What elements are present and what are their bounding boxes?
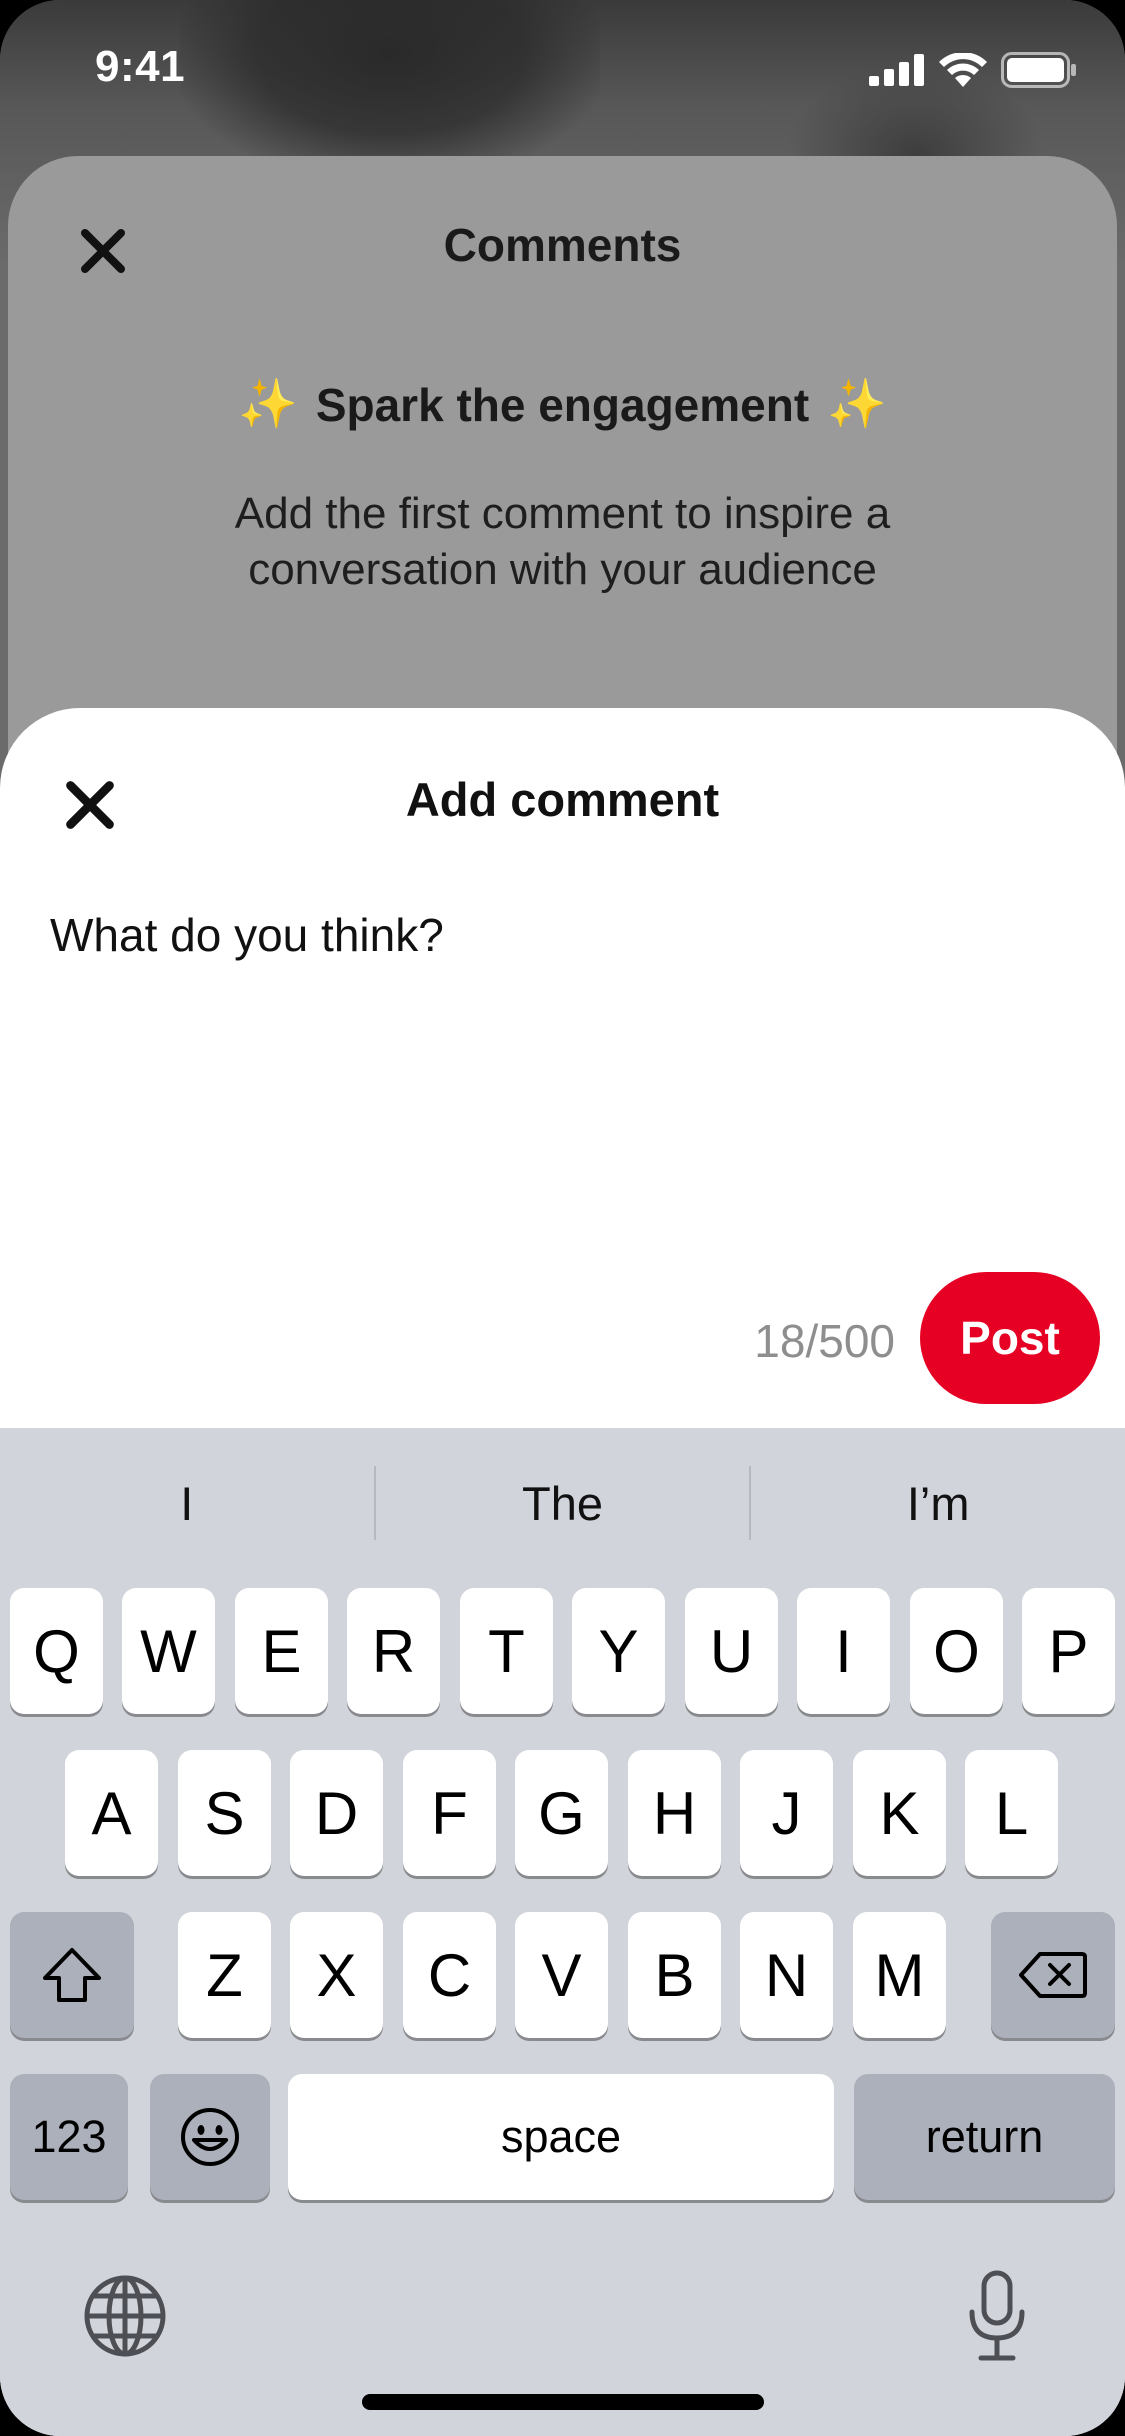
- key-p[interactable]: P: [1022, 1588, 1115, 1714]
- key-d[interactable]: D: [290, 1750, 383, 1876]
- emoji-icon: [181, 2108, 239, 2166]
- key-x[interactable]: X: [290, 1912, 383, 2038]
- post-button[interactable]: Post: [920, 1272, 1100, 1404]
- spark-description-line: conversation with your audience: [248, 545, 877, 594]
- key-m[interactable]: M: [853, 1912, 946, 2038]
- key-j[interactable]: J: [740, 1750, 833, 1876]
- key-h[interactable]: H: [628, 1750, 721, 1876]
- wifi-icon: [939, 53, 987, 87]
- status-icons: [869, 52, 1077, 88]
- key-z[interactable]: Z: [178, 1912, 271, 2038]
- suggestion-bar: I The I’m: [0, 1428, 1125, 1578]
- key-t[interactable]: T: [460, 1588, 553, 1714]
- add-comment-title: Add comment: [405, 773, 720, 826]
- suggestion[interactable]: The: [376, 1476, 750, 1531]
- comment-input[interactable]: [50, 908, 1070, 1208]
- key-a[interactable]: A: [65, 1750, 158, 1876]
- character-count: 18/500: [754, 1315, 895, 1367]
- return-key[interactable]: return: [854, 2074, 1115, 2200]
- emoji-key[interactable]: [150, 2074, 270, 2200]
- key-c[interactable]: C: [403, 1912, 496, 2038]
- delete-icon: [1019, 1952, 1087, 1998]
- delete-key[interactable]: [991, 1912, 1115, 2038]
- key-r[interactable]: R: [347, 1588, 440, 1714]
- comments-title: Comments: [443, 219, 682, 271]
- key-s[interactable]: S: [178, 1750, 271, 1876]
- key-q[interactable]: Q: [10, 1588, 103, 1714]
- status-bar: 9:41: [0, 0, 1125, 140]
- dictation-button[interactable]: [955, 2266, 1039, 2366]
- shift-icon: [43, 1948, 101, 2002]
- sparkles-icon: ✨: [238, 378, 298, 431]
- key-k[interactable]: K: [853, 1750, 946, 1876]
- shift-key[interactable]: [10, 1912, 134, 2038]
- screen: 9:41 Comments ✨ Spark the engagement ✨ A…: [0, 0, 1125, 2436]
- numbers-key[interactable]: 123: [10, 2074, 128, 2200]
- suggestion[interactable]: I: [0, 1476, 374, 1531]
- key-o[interactable]: O: [910, 1588, 1003, 1714]
- spark-title: Spark the engagement: [315, 379, 810, 431]
- status-time: 9:41: [95, 42, 186, 91]
- sparkles-icon: ✨: [827, 378, 887, 431]
- spark-heading: ✨ Spark the engagement ✨: [8, 378, 1117, 432]
- spark-description: Add the first comment to inspire a conve…: [8, 486, 1117, 598]
- key-b[interactable]: B: [628, 1912, 721, 2038]
- keyboard: I The I’m Q W E R T Y U I O P A S D F G …: [0, 1428, 1125, 2436]
- battery-icon: [1001, 52, 1076, 88]
- key-g[interactable]: G: [515, 1750, 608, 1876]
- key-w[interactable]: W: [122, 1588, 215, 1714]
- microphone-icon: [969, 2270, 1025, 2361]
- globe-button[interactable]: [80, 2271, 170, 2361]
- key-f[interactable]: F: [403, 1750, 496, 1876]
- globe-icon: [84, 2275, 166, 2357]
- key-u[interactable]: U: [685, 1588, 778, 1714]
- key-e[interactable]: E: [235, 1588, 328, 1714]
- space-key[interactable]: space: [288, 2074, 834, 2200]
- key-v[interactable]: V: [515, 1912, 608, 2038]
- key-n[interactable]: N: [740, 1912, 833, 2038]
- key-l[interactable]: L: [965, 1750, 1058, 1876]
- suggestion[interactable]: I’m: [751, 1476, 1125, 1531]
- spark-description-line: Add the first comment to inspire a: [234, 489, 891, 538]
- home-indicator[interactable]: [362, 2394, 764, 2410]
- key-y[interactable]: Y: [572, 1588, 665, 1714]
- signal-icon: [869, 54, 924, 86]
- key-i[interactable]: I: [797, 1588, 890, 1714]
